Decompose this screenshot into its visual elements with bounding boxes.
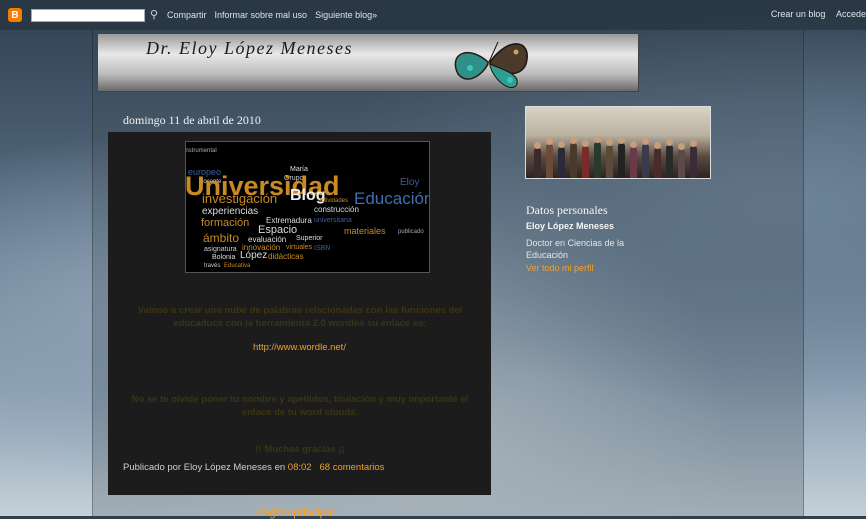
wordle-link[interactable]: http://www.wordle.net/ (108, 342, 491, 353)
photo-figure (690, 140, 697, 178)
photo-figure (654, 142, 661, 178)
wc-word: didácticas (268, 252, 304, 261)
photo-figure (570, 137, 577, 178)
navbar-right: Crear un blog Accede (763, 9, 866, 19)
search-icon[interactable]: ⚲ (150, 8, 158, 21)
blog-post: instrumental europeo docente María Grupo… (108, 132, 491, 495)
blogger-logo-icon[interactable]: B (8, 8, 22, 22)
wc-word: instrumental (185, 148, 217, 154)
profile-name-link[interactable]: Eloy López Meneses (526, 221, 614, 231)
photo-figure (630, 141, 637, 178)
profile-section-title: Datos personales (526, 203, 608, 217)
wc-word: Superior (296, 235, 323, 242)
create-blog-link[interactable]: Crear un blog (771, 9, 826, 19)
photo-figure (582, 140, 589, 178)
photo-figure (606, 139, 613, 178)
post-footer: Publicado por Eloy López Meneses en 08:0… (123, 462, 384, 473)
post-paragraph-1: Vamos a crear una nube de palabras relac… (137, 305, 463, 329)
post-date: domingo 11 de abril de 2010 (123, 113, 261, 127)
home-page-link[interactable]: Página principal (256, 507, 334, 519)
photo-figure (678, 143, 685, 178)
next-blog-link[interactable]: Siguiente blog» (315, 10, 377, 20)
post-paragraph-2: No se te olvide poner tu nombre y apelli… (131, 394, 469, 418)
blogger-navbar: B ⚲ Compartir Informar sobre mal uso Sig… (0, 0, 866, 30)
photo-figure (666, 139, 673, 178)
post-author-label: Publicado por Eloy López Meneses en (123, 462, 286, 473)
wc-word: ámbito (203, 231, 240, 245)
photo-figure (642, 138, 649, 178)
group-photo[interactable] (525, 106, 711, 179)
post-paragraph-3: !! Muchas gracias ¡¡ (255, 444, 345, 455)
wordcloud-image[interactable]: instrumental europeo docente María Grupo… (185, 141, 430, 273)
wc-word: universitaria (314, 217, 352, 224)
wc-word: publicado (398, 229, 424, 235)
search-input[interactable]: ⚲ (31, 8, 158, 22)
photo-figure (558, 141, 565, 178)
wc-word: Educativa (224, 263, 251, 269)
comments-link[interactable]: 68 comentarios (319, 462, 384, 473)
sign-in-link[interactable]: Accede (836, 9, 866, 19)
wc-word: través (204, 263, 221, 269)
header-banner[interactable]: Dr. Eloy López Meneses (97, 33, 639, 92)
wc-word: asignatura (204, 246, 237, 253)
blog-title[interactable]: Dr. Eloy López Meneses (146, 38, 353, 59)
post-time-link[interactable]: 08:02 (288, 462, 312, 473)
wc-word: experiencias (202, 206, 259, 217)
view-profile-link[interactable]: Ver todo mi perfil (526, 263, 594, 273)
wc-word: formación (201, 217, 250, 229)
share-link[interactable]: Compartir (167, 10, 207, 20)
wc-word: virtuales (286, 244, 313, 251)
wc-word: construcción (314, 205, 359, 214)
wc-word: Bolonia (212, 254, 236, 261)
butterfly-icon (454, 41, 528, 88)
wc-word: investigación (202, 191, 278, 206)
photo-figure (546, 138, 553, 178)
photo-figure (594, 136, 601, 178)
wc-word: materiales (344, 226, 386, 236)
photo-figure (618, 137, 625, 178)
wc-word: Educación (354, 189, 430, 208)
wc-word: Eloy (400, 177, 420, 188)
wc-word: actividades (318, 198, 349, 204)
wc-word: ISBN (314, 245, 331, 252)
wc-word: López (240, 250, 268, 261)
profile-description: Doctor en Ciencias de la Educación (526, 238, 625, 260)
report-abuse-link[interactable]: Informar sobre mal uso (215, 10, 308, 20)
photo-figure (534, 142, 541, 178)
